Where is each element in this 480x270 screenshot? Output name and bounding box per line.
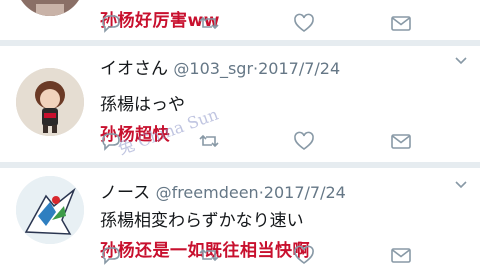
reply-icon[interactable] bbox=[100, 12, 122, 34]
tweet-3[interactable]: ノース @freemdeen·2017/7/24 孫楊相変わらずかなり速い 孙杨… bbox=[0, 168, 480, 270]
tweet-date[interactable]: 2017/7/24 bbox=[258, 59, 340, 78]
avatar[interactable] bbox=[16, 68, 84, 136]
avatar-image bbox=[16, 176, 84, 244]
tweet-text: 孫楊相変わらずかなり速い bbox=[100, 211, 304, 231]
tweet-1[interactable]: 孙杨好厉害ww bbox=[0, 0, 480, 40]
tweet-date[interactable]: 2017/7/24 bbox=[264, 183, 346, 202]
user-handle[interactable]: @103_sgr bbox=[173, 59, 253, 78]
tweet-feed: 孙杨好厉害ww イオさん @103_sgr·2017/7/24 孫楊はっや 孙杨… bbox=[0, 0, 480, 270]
avatar[interactable] bbox=[16, 0, 84, 16]
tweet-actions bbox=[100, 244, 420, 266]
retweet-icon[interactable] bbox=[198, 12, 220, 34]
chevron-down-icon[interactable] bbox=[454, 178, 468, 192]
message-icon[interactable] bbox=[390, 244, 412, 266]
chevron-down-icon[interactable] bbox=[454, 54, 468, 68]
tweet-header: イオさん @103_sgr·2017/7/24 bbox=[100, 54, 340, 79]
like-icon[interactable] bbox=[293, 244, 315, 266]
user-handle[interactable]: @freemdeen bbox=[156, 183, 259, 202]
message-icon[interactable] bbox=[390, 130, 412, 152]
retweet-icon[interactable] bbox=[198, 130, 220, 152]
display-name[interactable]: イオさん bbox=[100, 59, 168, 79]
avatar-image bbox=[16, 68, 84, 136]
like-icon[interactable] bbox=[293, 12, 315, 34]
display-name[interactable]: ノース bbox=[100, 183, 150, 203]
tweet-header: ノース @freemdeen·2017/7/24 bbox=[100, 178, 346, 203]
avatar-image bbox=[16, 0, 84, 16]
retweet-icon[interactable] bbox=[198, 244, 220, 266]
tweet-text: 孫楊はっや bbox=[100, 95, 185, 115]
tweet-2[interactable]: イオさん @103_sgr·2017/7/24 孫楊はっや 孙杨超快 bbox=[0, 46, 480, 162]
message-icon[interactable] bbox=[390, 12, 412, 34]
avatar[interactable] bbox=[16, 176, 84, 244]
like-icon[interactable] bbox=[293, 130, 315, 152]
reply-icon[interactable] bbox=[100, 244, 122, 266]
tweet-actions bbox=[100, 12, 420, 36]
